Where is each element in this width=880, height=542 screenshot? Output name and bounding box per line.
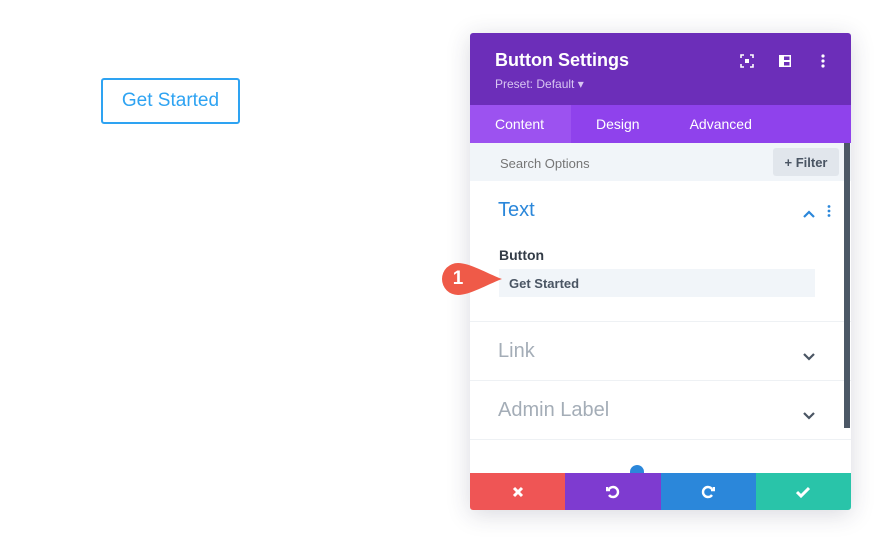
modal-header: Button Settings Preset: Default ▾	[470, 33, 851, 105]
check-icon	[796, 486, 811, 498]
section-options-icon[interactable]	[827, 204, 831, 222]
undo-button[interactable]	[565, 473, 661, 510]
focus-icon[interactable]	[739, 53, 755, 69]
save-button[interactable]	[755, 473, 851, 510]
modal-title: Button Settings	[495, 50, 629, 70]
section-title-text[interactable]: Text	[470, 199, 535, 222]
redo-button[interactable]	[660, 473, 756, 510]
redo-icon	[701, 485, 716, 498]
scrollbar[interactable]	[844, 143, 850, 428]
chevron-down-icon[interactable]	[803, 407, 815, 425]
step-badge: 1	[440, 261, 504, 297]
modal-footer	[470, 473, 851, 510]
search-options-input[interactable]	[498, 155, 678, 172]
tab-advanced[interactable]: Advanced	[665, 105, 777, 143]
cancel-button[interactable]	[470, 473, 566, 510]
chevron-down-icon[interactable]	[803, 348, 815, 366]
section-admin-label: Admin Label	[470, 381, 851, 440]
section-title-admin-label[interactable]: Admin Label	[470, 399, 609, 422]
more-options-icon[interactable]	[815, 53, 831, 69]
section-text: Text Button	[470, 181, 851, 322]
close-icon	[512, 486, 523, 497]
button-settings-modal: Button Settings Preset: Default ▾ Conten…	[470, 33, 851, 510]
search-row: + Filter	[470, 143, 851, 181]
split-view-icon[interactable]	[777, 53, 793, 69]
chevron-up-icon[interactable]	[803, 205, 815, 223]
filter-button[interactable]: + Filter	[773, 148, 839, 176]
section-link: Link	[470, 322, 851, 381]
help-icon[interactable]	[630, 465, 644, 473]
button-field-label: Button	[499, 247, 545, 263]
section-title-link[interactable]: Link	[470, 340, 535, 363]
preset-dropdown[interactable]: Preset: Default ▾	[495, 77, 584, 91]
step-number: 1	[452, 268, 464, 289]
tab-bar: Content Design Advanced	[470, 105, 851, 143]
tab-content[interactable]: Content	[470, 105, 571, 143]
get-started-button[interactable]: Get Started	[101, 78, 240, 124]
undo-icon	[605, 485, 620, 498]
button-text-input[interactable]	[499, 269, 815, 297]
tab-design[interactable]: Design	[571, 105, 665, 143]
